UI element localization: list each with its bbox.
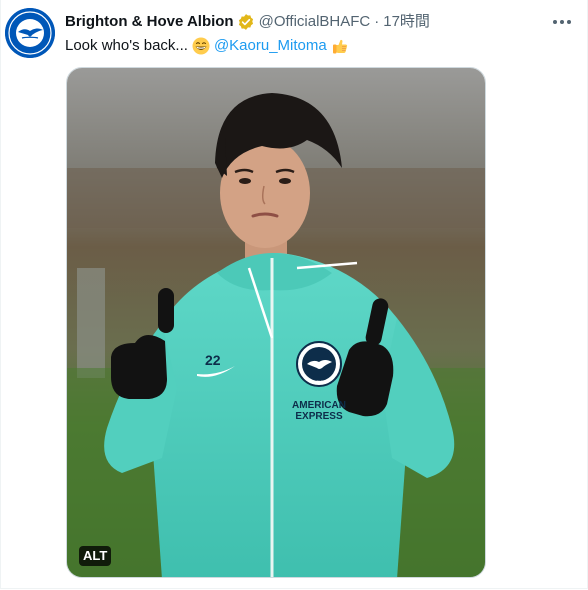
tweet-timestamp[interactable]: 17時間 — [383, 12, 430, 32]
verified-badge-icon[interactable] — [237, 13, 255, 31]
alt-text-badge[interactable]: ALT — [79, 546, 112, 566]
mention-link[interactable]: @Kaoru_Mitoma — [214, 36, 327, 56]
crest-text: ALBION — [312, 379, 327, 384]
thumbs-up-emoji-icon — [332, 39, 347, 54]
shirt-number: 22 — [205, 352, 221, 368]
sponsor-line-2: EXPRESS — [295, 411, 343, 422]
grinning-face-emoji-icon — [192, 37, 210, 55]
tweet-header: Brighton & Hove Albion @OfficialBHAFC · … — [65, 12, 430, 32]
separator-dot: · — [374, 13, 380, 30]
bhafc-crest-logo — [5, 8, 55, 58]
sponsor-line-1: AMERICAN — [292, 400, 346, 411]
author-name[interactable]: Brighton & Hove Albion — [65, 12, 234, 32]
more-options-icon[interactable] — [550, 10, 574, 34]
author-avatar[interactable] — [5, 8, 55, 58]
author-handle[interactable]: @OfficialBHAFC — [259, 12, 371, 32]
player-photo: 22 ALBION AMERICAN EXPRESS — [67, 68, 485, 577]
tweet-media-image[interactable]: 22 ALBION AMERICAN EXPRESS ALT — [66, 67, 486, 578]
tweet-text: Look who's back... @Kaoru_Mitoma — [65, 36, 349, 56]
tweet-text-content: Look who's back... — [65, 37, 188, 54]
